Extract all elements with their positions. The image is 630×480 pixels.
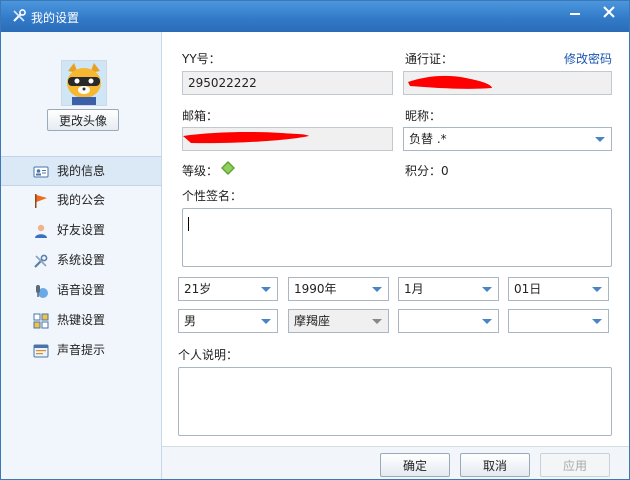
- chevron-down-icon: [592, 319, 602, 324]
- tools-icon: [34, 254, 48, 268]
- nickname-value: 负替 .*: [409, 132, 447, 146]
- passport-field: [403, 71, 612, 95]
- yy-number-field: 295022222: [182, 71, 393, 95]
- sidebar-item-label: 声音提示: [57, 343, 106, 357]
- birth-year-select[interactable]: 1990年: [288, 277, 389, 301]
- cancel-button[interactable]: 取消: [460, 453, 530, 477]
- close-button[interactable]: [595, 1, 623, 23]
- profile-form: YY号： 通行证： 修改密码 295022222 邮箱： 昵称： 负替 .* 等…: [163, 32, 629, 446]
- change-password-link[interactable]: 修改密码: [564, 50, 612, 67]
- minimize-button[interactable]: [561, 1, 589, 23]
- birth-month-value: 1月: [404, 282, 424, 296]
- chevron-down-icon: [595, 137, 605, 142]
- description-label: 个人说明：: [178, 348, 239, 362]
- level-label: 等级：: [182, 164, 219, 178]
- signature-input[interactable]: [182, 208, 612, 267]
- sidebar-nav: 我的信息 我的公会 好友设置 系统设置 语音设置 热键设置 声音提示: [1, 156, 161, 366]
- close-icon: [603, 6, 615, 18]
- yy-number-label: YY号：: [182, 52, 221, 66]
- zodiac-select: 摩羯座: [288, 309, 389, 333]
- settings-window: 我的设置 更改头像 我的信息 我的公会 好友设置 系统设置 语音设置 热键设置 …: [0, 0, 630, 480]
- yy-number-value: 295022222: [188, 76, 257, 90]
- email-label: 邮箱：: [182, 109, 219, 123]
- birth-day-value: 01日: [514, 282, 542, 296]
- gender-select[interactable]: 男: [178, 309, 278, 333]
- age-value: 21岁: [184, 282, 212, 296]
- dialog-footer: 确定 取消 应用: [162, 446, 629, 479]
- sidebar-item-friend-settings[interactable]: 好友设置: [1, 216, 161, 246]
- ok-button[interactable]: 确定: [380, 453, 450, 477]
- sidebar-item-label: 我的信息: [57, 164, 106, 178]
- yy-bear-avatar-icon: [62, 61, 106, 105]
- chevron-down-icon: [592, 287, 602, 292]
- signature-label: 个性签名：: [182, 189, 243, 203]
- passport-label: 通行证：: [405, 52, 454, 66]
- level-badge-icon: [221, 161, 235, 175]
- tools-icon: [13, 9, 26, 22]
- zodiac-value: 摩羯座: [294, 314, 331, 328]
- flag-icon: [35, 194, 47, 208]
- sidebar-item-voice-settings[interactable]: 语音设置: [1, 276, 161, 306]
- gender-value: 男: [184, 314, 197, 328]
- sidebar-item-my-info[interactable]: 我的信息: [1, 156, 161, 186]
- birth-day-select[interactable]: 01日: [508, 277, 609, 301]
- microphone-globe-icon: [36, 285, 48, 298]
- chevron-down-icon: [372, 319, 382, 324]
- sidebar-item-label: 语音设置: [57, 283, 106, 297]
- sidebar-item-sound-alerts[interactable]: 声音提示: [1, 336, 161, 366]
- redaction-mark: [408, 75, 492, 89]
- sidebar-item-label: 好友设置: [57, 223, 106, 237]
- sidebar: 更改头像 我的信息 我的公会 好友设置 系统设置 语音设置 热键设置 声音提示: [1, 32, 162, 479]
- birth-year-value: 1990年: [294, 282, 337, 296]
- sidebar-item-label: 系统设置: [57, 253, 106, 267]
- nickname-label: 昵称：: [405, 109, 442, 123]
- profile-card-icon: [33, 166, 49, 178]
- sidebar-item-system-settings[interactable]: 系统设置: [1, 246, 161, 276]
- chevron-down-icon: [261, 287, 271, 292]
- city-select[interactable]: [508, 309, 609, 333]
- province-select[interactable]: [398, 309, 499, 333]
- age-select[interactable]: 21岁: [178, 277, 278, 301]
- sidebar-item-hotkey-settings[interactable]: 热键设置: [1, 306, 161, 336]
- description-input[interactable]: [178, 367, 612, 436]
- minimize-icon: [570, 13, 580, 15]
- avatar[interactable]: [61, 60, 107, 106]
- sidebar-item-label: 热键设置: [57, 313, 106, 327]
- birth-month-select[interactable]: 1月: [398, 277, 499, 301]
- chevron-down-icon: [261, 319, 271, 324]
- redaction-mark: [183, 132, 309, 144]
- title-bar[interactable]: 我的设置: [1, 1, 629, 32]
- text-caret: [188, 217, 189, 231]
- chevron-down-icon: [482, 287, 492, 292]
- points-label: 积分：0: [405, 164, 449, 178]
- sidebar-item-label: 我的公会: [57, 193, 106, 207]
- window-title: 我的设置: [31, 11, 80, 25]
- chevron-down-icon: [482, 319, 492, 324]
- sidebar-item-my-guild[interactable]: 我的公会: [1, 186, 161, 216]
- change-avatar-button[interactable]: 更改头像: [47, 109, 119, 131]
- user-icon: [35, 224, 47, 238]
- apply-button[interactable]: 应用: [540, 453, 610, 477]
- email-field: [182, 127, 393, 151]
- chevron-down-icon: [372, 287, 382, 292]
- sound-alert-icon: [33, 344, 49, 358]
- keyboard-icon: [33, 313, 49, 329]
- nickname-select[interactable]: 负替 .*: [403, 127, 612, 151]
